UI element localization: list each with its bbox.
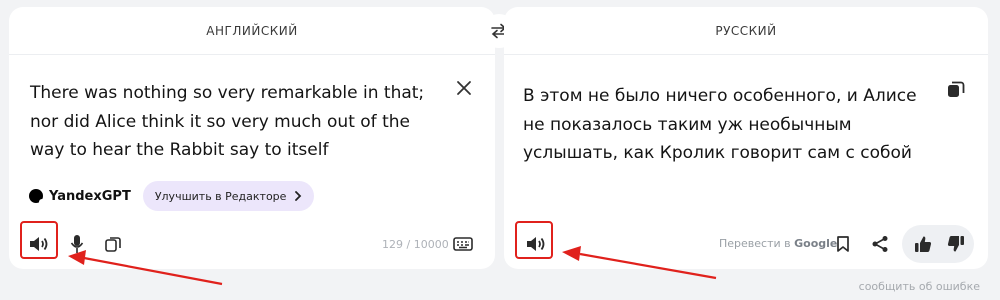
right-arrow: [562, 246, 717, 280]
report-error-link[interactable]: сообщить об ошибке: [859, 280, 980, 293]
annotation-arrows: [68, 246, 717, 286]
left-arrow: [68, 250, 223, 286]
